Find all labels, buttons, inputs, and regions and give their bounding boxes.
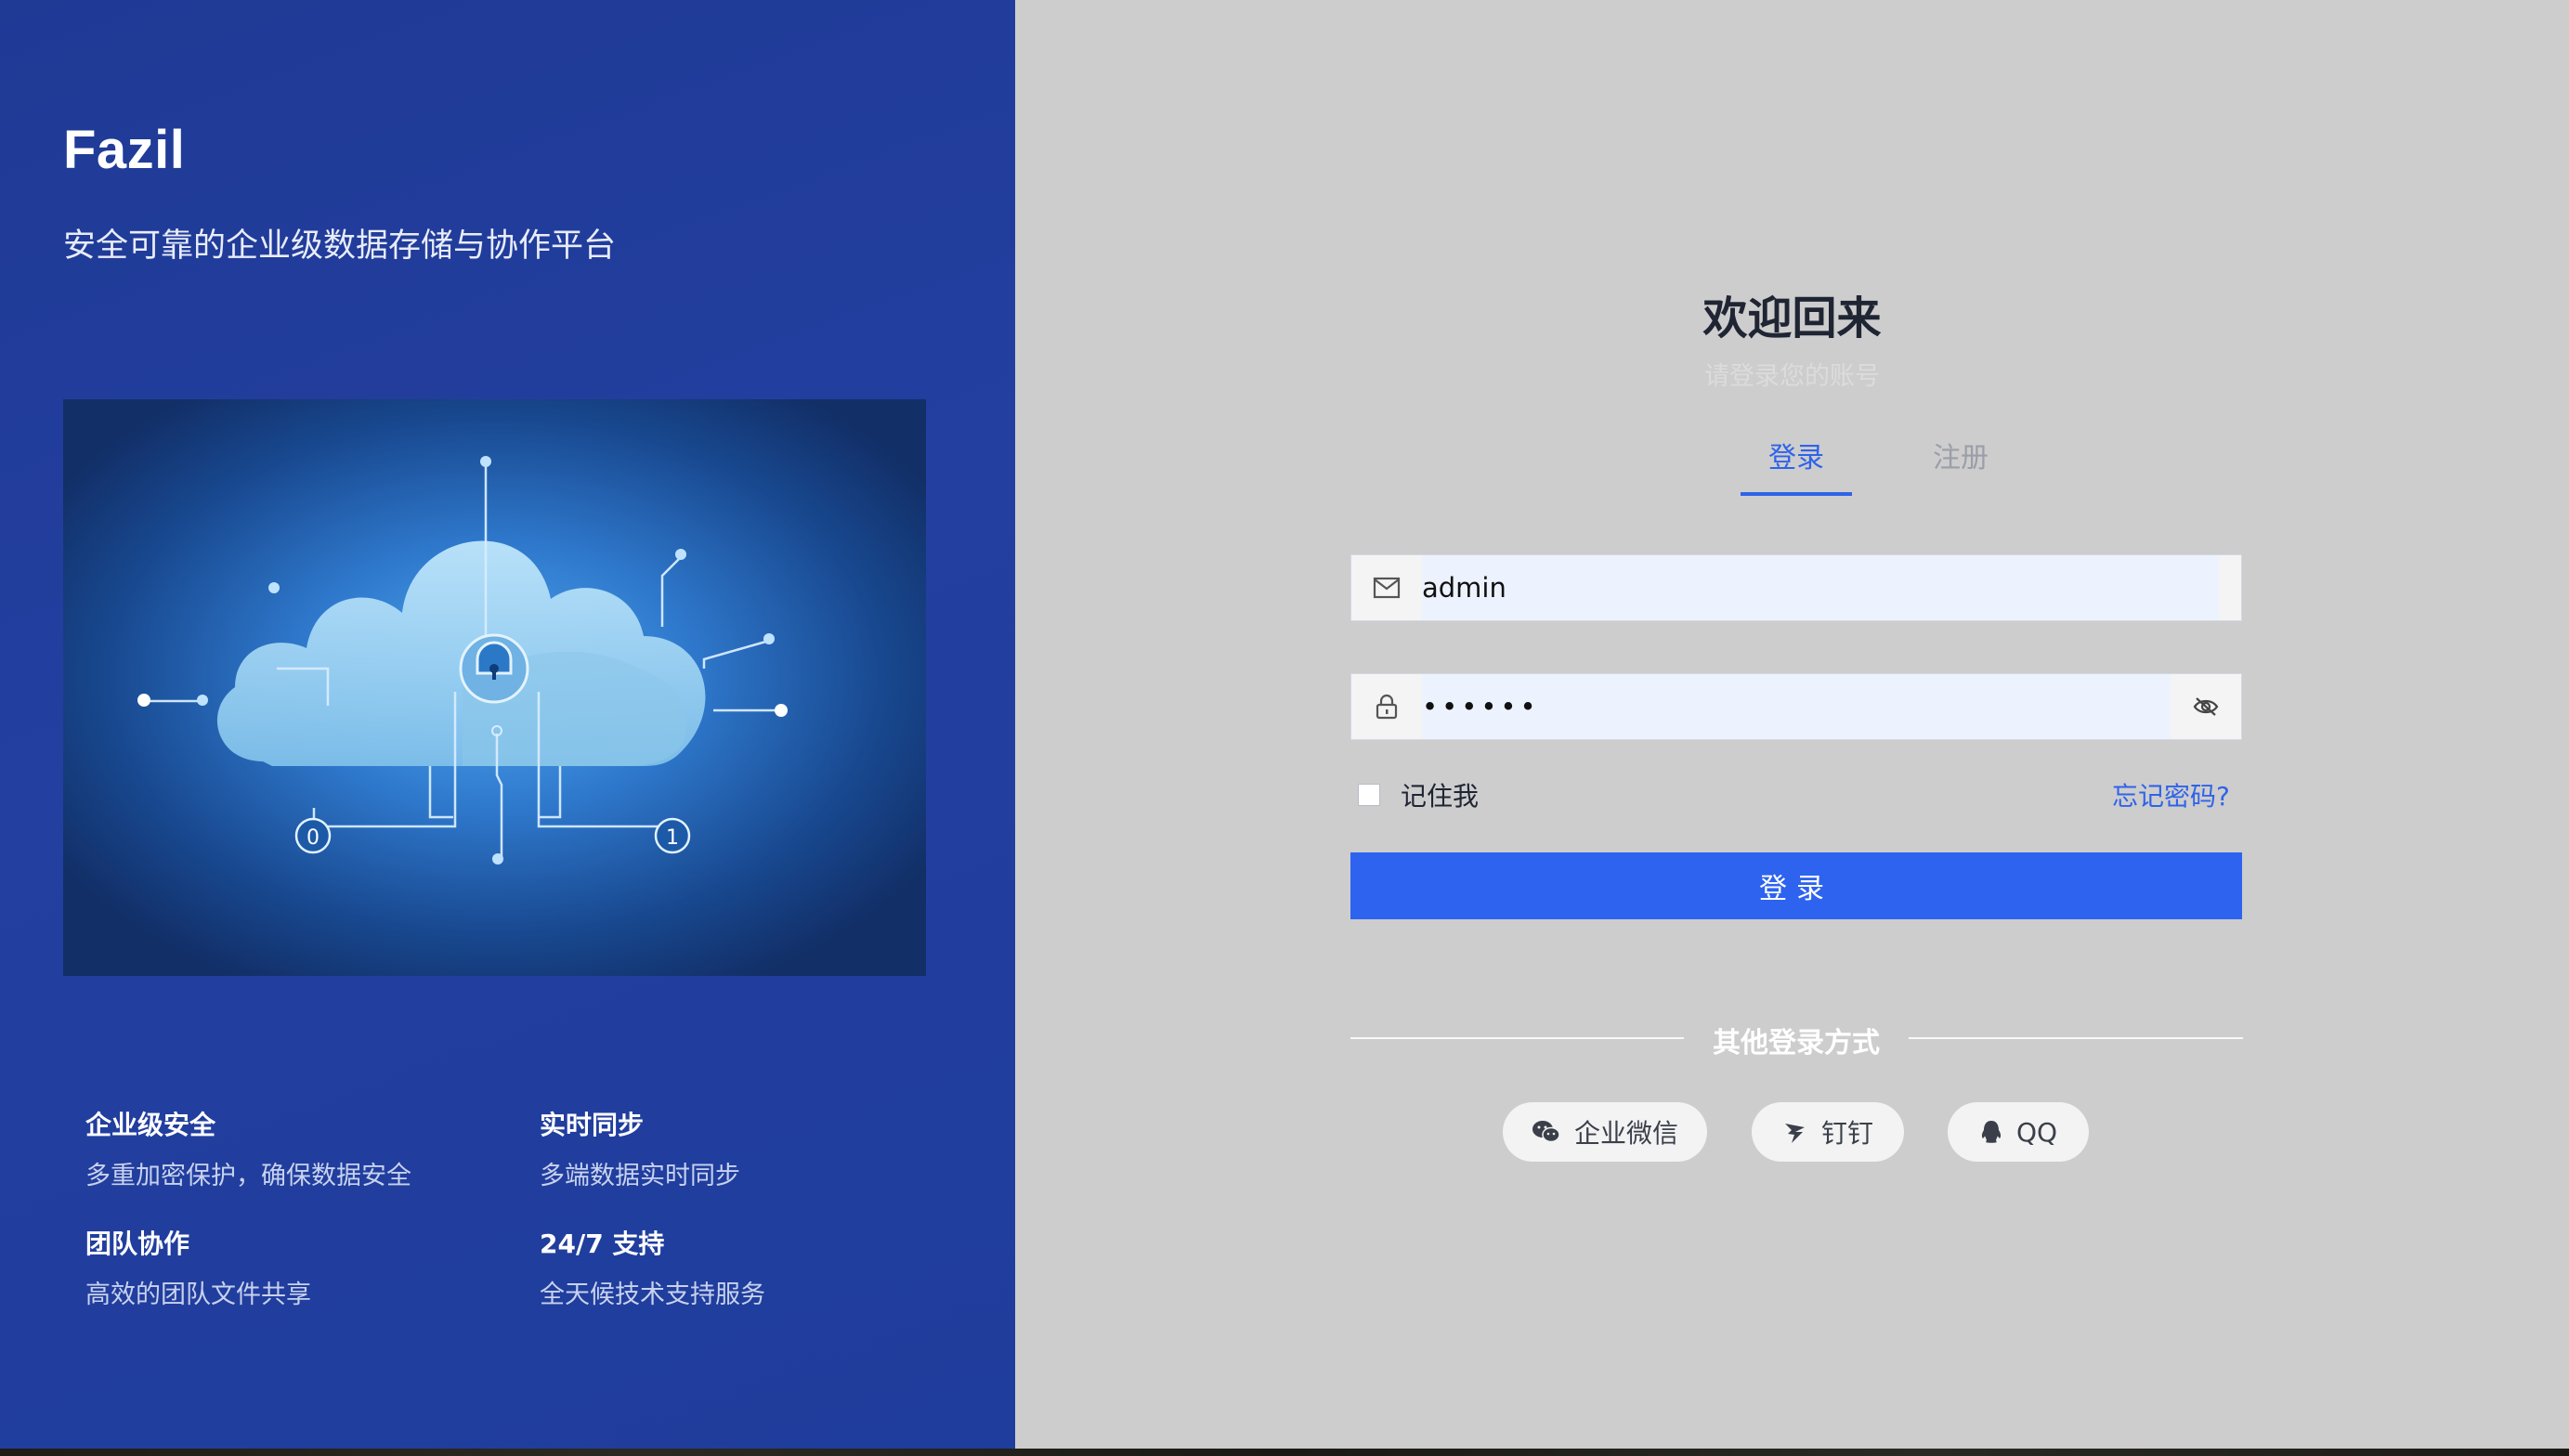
wechat-work-icon (1532, 1119, 1561, 1145)
welcome-title: 欢迎回来 (1702, 292, 1882, 344)
brand-panel: Fazil 安全可靠的企业级数据存储与协作平台 0 1 企业级安全 多重加密保护… (0, 0, 1015, 1449)
feature-support: 24/7 支持 全天候技术支持服务 (540, 1224, 765, 1310)
brand-name: Fazil (63, 120, 186, 180)
feature-desc: 多端数据实时同步 (540, 1162, 740, 1190)
login-button[interactable]: 登录 (1350, 852, 2242, 919)
feature-title: 团队协作 (85, 1228, 190, 1259)
username-field-edge (2219, 555, 2241, 620)
social-label: QQ (2015, 1116, 2058, 1148)
qq-login-button[interactable]: QQ (1948, 1102, 2089, 1162)
auth-tabs: 登录 注册 (1654, 435, 1989, 496)
lock-badge (459, 633, 529, 704)
feature-desc: 全天候技术支持服务 (540, 1280, 765, 1309)
feature-title: 企业级安全 (85, 1110, 216, 1140)
other-login-label: 其他登录方式 (1713, 1027, 1880, 1060)
desktop-background-strip (0, 1449, 2569, 1456)
eye-off-icon[interactable] (2171, 674, 2241, 739)
forgot-password-link[interactable]: 忘记密码? (2112, 776, 2230, 813)
wechat-work-login-button[interactable]: 企业微信 (1503, 1102, 1707, 1162)
social-label: 企业微信 (1573, 1118, 1678, 1149)
feature-desc: 多重加密保护，确保数据安全 (85, 1162, 411, 1190)
feature-security: 企业级安全 多重加密保护，确保数据安全 (85, 1105, 411, 1191)
dingtalk-login-button[interactable]: 钉钉 (1752, 1102, 1904, 1162)
username-field (1350, 554, 2242, 621)
remember-checkbox[interactable] (1358, 784, 1380, 806)
cloud-lock-illustration: 0 1 (63, 399, 926, 976)
mail-icon (1351, 555, 1422, 620)
divider-right (1909, 1037, 2243, 1039)
remember-me[interactable]: 记住我 (1358, 776, 1479, 813)
welcome-subtitle: 请登录您的账号 (1704, 362, 1880, 391)
password-input[interactable] (1422, 674, 2156, 739)
feature-title: 实时同步 (540, 1110, 645, 1140)
feature-collaboration: 团队协作 高效的团队文件共享 (85, 1224, 311, 1310)
feature-sync: 实时同步 多端数据实时同步 (540, 1105, 740, 1191)
remember-label[interactable]: 记住我 (1401, 776, 1479, 813)
brand-tagline: 安全可靠的企业级数据存储与协作平台 (63, 228, 617, 265)
lock-icon (1351, 674, 1422, 739)
qq-icon (1979, 1119, 2003, 1145)
social-label: 钉钉 (1820, 1118, 1873, 1149)
node-label-1: 1 (666, 826, 679, 850)
divider-left (1350, 1037, 1684, 1039)
feature-title: 24/7 支持 (540, 1228, 665, 1259)
tab-register[interactable]: 注册 (1914, 435, 2007, 492)
hero-illustration: 0 1 (63, 399, 926, 976)
username-input[interactable] (1422, 555, 2221, 620)
dingtalk-icon (1782, 1119, 1808, 1145)
password-field (1350, 673, 2242, 740)
tab-login[interactable]: 登录 (1741, 435, 1852, 496)
node-label-0: 0 (306, 826, 319, 850)
feature-desc: 高效的团队文件共享 (85, 1280, 311, 1309)
